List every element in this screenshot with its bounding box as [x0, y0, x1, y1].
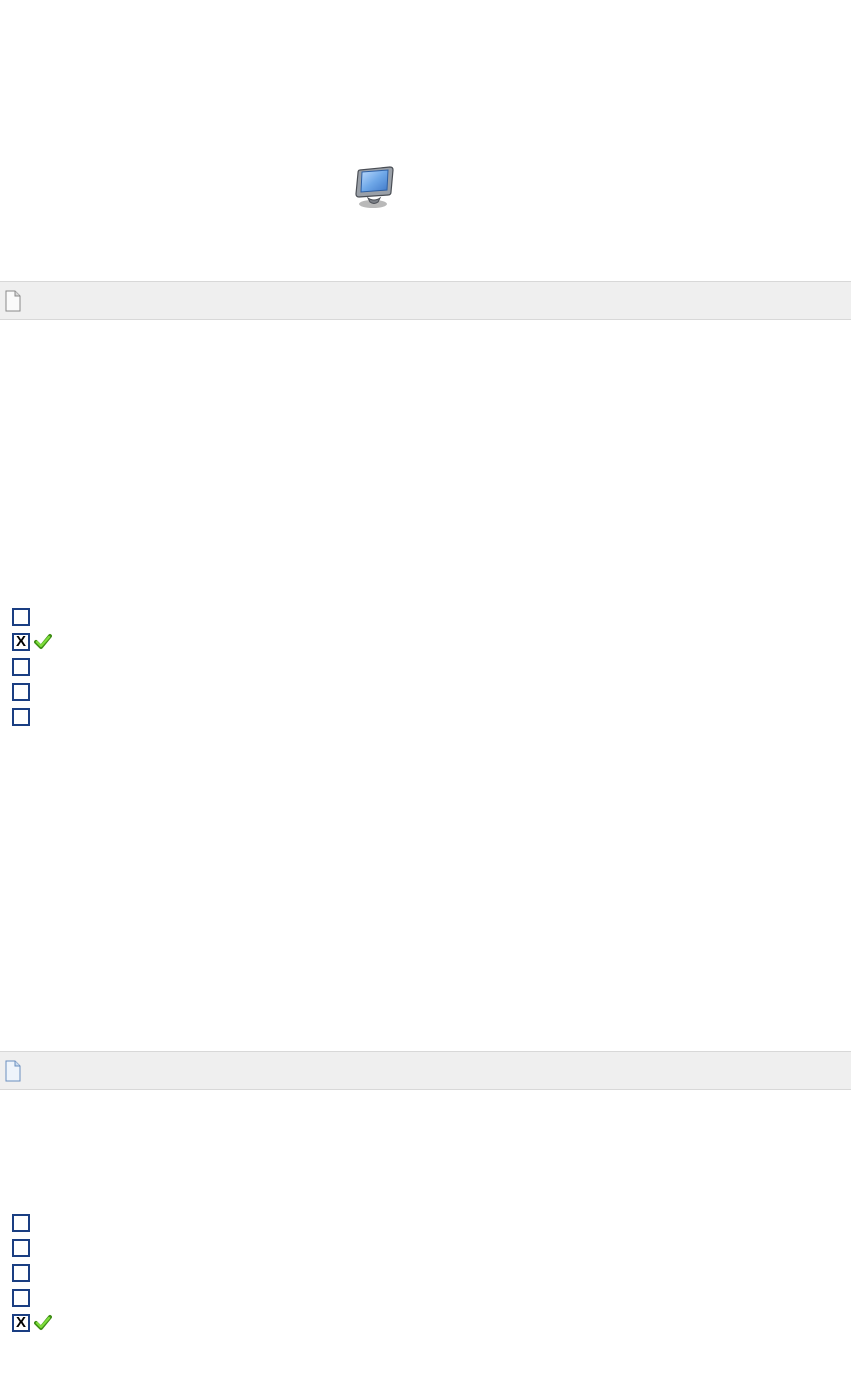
option-row: X [12, 1310, 52, 1335]
correct-tick-icon [34, 1314, 52, 1332]
checkbox-x-mark: X [16, 635, 26, 649]
option-row [12, 679, 52, 704]
template-file-icon [4, 1060, 22, 1082]
option-row [12, 654, 52, 679]
checkbox-unchecked[interactable] [12, 708, 30, 726]
option-row [12, 1260, 52, 1285]
checkbox-unchecked[interactable] [12, 1289, 30, 1307]
section-header-2 [0, 1051, 851, 1090]
checkbox-list-1: X [12, 604, 52, 729]
option-row [12, 604, 52, 629]
checkbox-unchecked[interactable] [12, 1214, 30, 1232]
checkbox-list-2: X [12, 1210, 52, 1335]
checkbox-checked[interactable]: X [12, 633, 30, 651]
checkbox-unchecked[interactable] [12, 683, 30, 701]
option-row [12, 1210, 52, 1235]
option-row [12, 1235, 52, 1260]
page-canvas: X [0, 0, 851, 1396]
section-header-1 [0, 281, 851, 320]
option-row [12, 704, 52, 729]
checkbox-unchecked[interactable] [12, 1264, 30, 1282]
checkbox-x-mark: X [16, 1316, 26, 1330]
option-row: X [12, 629, 52, 654]
checkbox-unchecked[interactable] [12, 1239, 30, 1257]
correct-tick-icon [34, 633, 52, 651]
option-row [12, 1285, 52, 1310]
checkbox-checked[interactable]: X [12, 1314, 30, 1332]
computer-monitor-icon [354, 166, 394, 210]
checkbox-unchecked[interactable] [12, 608, 30, 626]
file-icon [4, 290, 22, 312]
checkbox-unchecked[interactable] [12, 658, 30, 676]
